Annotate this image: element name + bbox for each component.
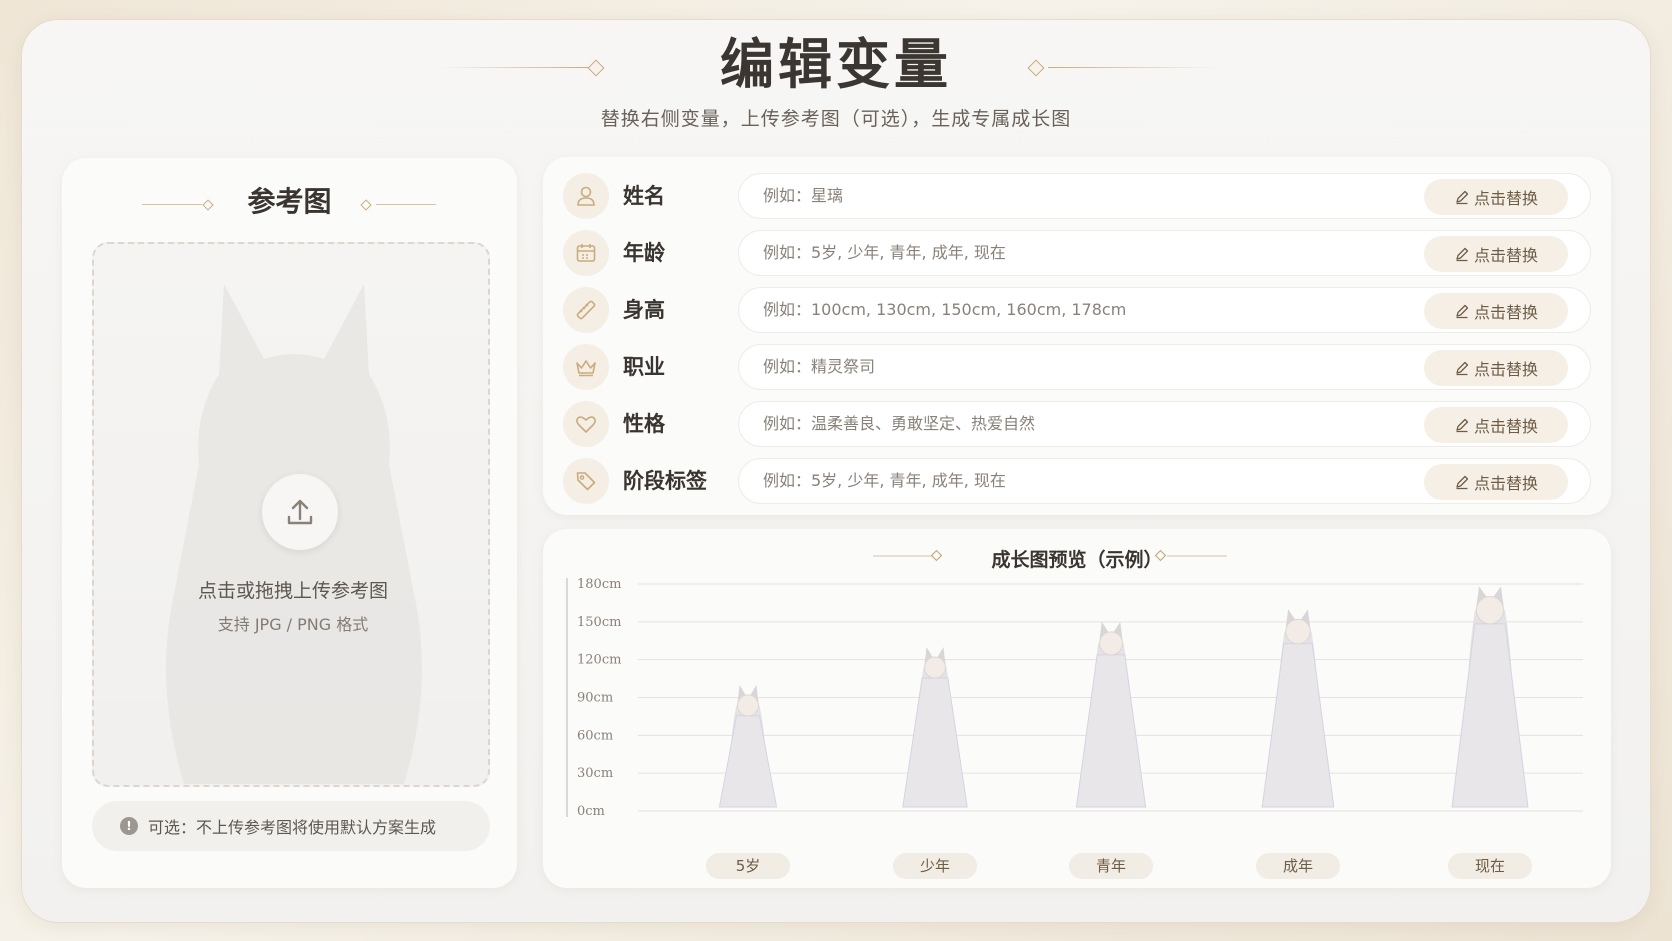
variable-input-age[interactable]: 例如：5岁, 少年, 青年, 成年, 现在 点击替换: [738, 230, 1591, 276]
variable-row-stage-labels: 阶段标签 例如：5岁, 少年, 青年, 成年, 现在 点击替换: [563, 458, 1591, 504]
stage-label: 5岁: [706, 853, 790, 879]
heart-icon: [563, 401, 609, 447]
variable-label: 年龄: [623, 241, 665, 265]
pencil-icon: [1456, 361, 1469, 376]
input-placeholder: 例如：5岁, 少年, 青年, 成年, 现在: [763, 243, 1006, 262]
variable-input-occupation[interactable]: 例如：精灵祭司 点击替换: [738, 344, 1591, 390]
input-placeholder: 例如：精灵祭司: [763, 357, 876, 376]
y-tick-label: 90cm: [577, 691, 613, 706]
replace-button[interactable]: 点击替换: [1424, 179, 1568, 215]
pencil-icon: [1456, 247, 1469, 262]
replace-button-label: 点击替换: [1473, 191, 1538, 208]
optional-note-text: 可选：不上传参考图将使用默认方案生成: [148, 818, 437, 837]
variable-row-name: 姓名 例如：星璃 点击替换: [563, 173, 1591, 219]
growth-figure-3: [1075, 621, 1147, 808]
y-tick-label: 30cm: [577, 766, 613, 781]
variable-input-height[interactable]: 例如：100cm, 130cm, 150cm, 160cm, 178cm 点击替…: [738, 287, 1591, 333]
growth-preview-panel: 0cm 30cm 60cm 90cm 120cm 150cm 180cm 成长图预览（示例）…: [543, 529, 1611, 888]
variable-row-height: 身高 例如：100cm, 130cm, 150cm, 160cm, 178cm …: [563, 287, 1591, 333]
growth-figure-1: [718, 684, 778, 808]
input-placeholder: 例如：星璃: [763, 186, 844, 205]
ruler-icon: [563, 287, 609, 333]
stage-label: 少年: [893, 853, 977, 879]
replace-button[interactable]: 点击替换: [1424, 236, 1568, 272]
upload-text: 点击或拖拽上传参考图: [197, 580, 388, 602]
reference-title: 参考图: [247, 185, 332, 218]
replace-button[interactable]: 点击替换: [1424, 464, 1568, 500]
crown-icon: [563, 344, 609, 390]
variable-label: 阶段标签: [623, 469, 707, 493]
growth-figure-5: [1451, 586, 1529, 808]
preview-title: 成长图预览（示例）: [991, 549, 1163, 571]
variable-input-personality[interactable]: 例如：温柔善良、勇敢坚定、热爱自然 点击替换: [738, 401, 1591, 447]
pencil-icon: [1456, 304, 1469, 319]
variable-input-name[interactable]: 例如：星璃 点击替换: [738, 173, 1591, 219]
pencil-icon: [1456, 418, 1469, 433]
growth-chart: 0cm 30cm 60cm 90cm 120cm 150cm 180cm: [566, 549, 1583, 819]
page-subtitle: 替换右侧变量，上传参考图（可选），生成专属成长图: [600, 108, 1072, 130]
replace-button[interactable]: 点击替换: [1424, 293, 1568, 329]
tag-icon: [563, 458, 609, 504]
replace-button-label: 点击替换: [1473, 248, 1538, 265]
variable-input-stage-labels[interactable]: 例如：5岁, 少年, 青年, 成年, 现在 点击替换: [738, 458, 1591, 504]
stage-label: 现在: [1448, 853, 1532, 879]
header: 编辑变量 替换右侧变量，上传参考图（可选），生成专属成长图: [0, 30, 1672, 131]
variable-row-personality: 性格 例如：温柔善良、勇敢坚定、热爱自然 点击替换: [563, 401, 1591, 447]
input-placeholder: 例如：温柔善良、勇敢坚定、热爱自然: [763, 414, 1036, 433]
y-tick-label: 150cm: [577, 615, 621, 630]
calendar-icon: [563, 230, 609, 276]
pencil-icon: [1456, 190, 1469, 205]
input-placeholder: 例如：100cm, 130cm, 150cm, 160cm, 178cm: [763, 300, 1127, 319]
pencil-icon: [1456, 475, 1469, 490]
growth-figure-2: [902, 647, 968, 808]
variable-row-occupation: 职业 例如：精灵祭司 点击替换: [563, 344, 1591, 390]
input-placeholder: 例如：5岁, 少年, 青年, 成年, 现在: [763, 471, 1006, 490]
stage-label: 青年: [1069, 853, 1153, 879]
replace-button-label: 点击替换: [1473, 419, 1538, 436]
y-tick-label: 120cm: [577, 653, 621, 668]
upload-icon: [287, 499, 313, 525]
y-tick-label: 0cm: [577, 804, 605, 819]
upload-dropzone[interactable]: 点击或拖拽上传参考图 支持 JPG / PNG 格式: [92, 242, 490, 787]
user-icon: [563, 173, 609, 219]
y-tick-label: 60cm: [577, 728, 613, 743]
info-icon: !: [120, 817, 138, 835]
replace-button-label: 点击替换: [1473, 362, 1538, 379]
y-tick-label: 180cm: [577, 577, 621, 592]
upload-format-hint: 支持 JPG / PNG 格式: [217, 615, 369, 634]
replace-button[interactable]: 点击替换: [1424, 407, 1568, 443]
replace-button-label: 点击替换: [1473, 305, 1538, 322]
upload-button[interactable]: [262, 474, 338, 550]
page-title: 编辑变量: [720, 32, 952, 96]
variable-row-age: 年龄 例如：5岁, 少年, 青年, 成年, 现在 点击替换: [563, 230, 1591, 276]
variables-panel: 姓名 例如：星璃 点击替换 年龄 例如：5岁, 少年, 青年, 成年, 现在 点…: [543, 157, 1611, 515]
variable-label: 身高: [623, 298, 665, 322]
replace-button[interactable]: 点击替换: [1424, 350, 1568, 386]
replace-button-label: 点击替换: [1473, 476, 1538, 493]
growth-figure-4: [1261, 609, 1335, 808]
stage-label: 成年: [1256, 853, 1340, 879]
optional-note: ! 可选：不上传参考图将使用默认方案生成: [92, 801, 490, 851]
variable-label: 姓名: [623, 184, 665, 208]
variable-label: 职业: [623, 355, 665, 379]
variable-label: 性格: [623, 412, 665, 436]
reference-panel: 参考图 点击或拖拽上传参考图 支持 JPG / PNG 格式 ! 可选：不上传参…: [62, 158, 517, 888]
